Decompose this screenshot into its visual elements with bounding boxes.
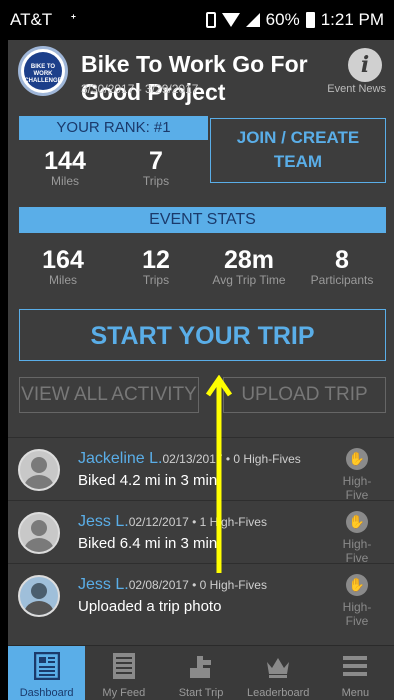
feed-icon bbox=[112, 653, 135, 679]
event-miles-stat: 164 Miles bbox=[42, 246, 84, 287]
participants-stat: 8 Participants bbox=[310, 246, 374, 287]
tab-menu[interactable]: Menu bbox=[317, 646, 394, 700]
feed-text: Uploaded a trip photo bbox=[78, 598, 222, 615]
avatar bbox=[18, 575, 60, 617]
feed-item[interactable]: Jackeline L.02/13/2017 • 0 High-Fives Bi… bbox=[8, 437, 394, 502]
feed-text: Biked 6.4 mi in 3 min bbox=[78, 535, 218, 552]
event-trips-stat: 12 Trips bbox=[142, 246, 170, 287]
feed-item[interactable]: Jess L.02/08/2017 • 0 High-Fives Uploade… bbox=[8, 563, 394, 628]
tab-start-trip[interactable]: Start Trip bbox=[162, 646, 239, 700]
wifi-icon bbox=[221, 13, 240, 27]
battery-icon bbox=[305, 12, 315, 28]
crown-icon bbox=[267, 658, 290, 678]
event-header: BIKE TO WORK CHALLENGE Bike To Work Go F… bbox=[8, 40, 394, 106]
menu-icon bbox=[343, 656, 368, 676]
app-screen: BIKE TO WORK CHALLENGE Bike To Work Go F… bbox=[8, 40, 394, 700]
activity-feed: Jackeline L.02/13/2017 • 0 High-Fives Bi… bbox=[8, 437, 394, 628]
feed-meta: 02/08/2017 • 0 High-Fives bbox=[128, 578, 267, 592]
status-bar: AT&T ᐩ 60% 1:21 PM bbox=[0, 0, 394, 40]
my-miles-stat: 144 Miles bbox=[44, 147, 86, 188]
my-trips-stat: 7 Trips bbox=[142, 147, 170, 188]
high-five-button[interactable]: ✋ High-Five bbox=[332, 574, 382, 628]
feed-meta: 02/12/2017 • 1 High-Fives bbox=[128, 515, 267, 529]
start-trip-button[interactable]: START YOUR TRIP bbox=[19, 309, 386, 361]
high-five-icon: ✋ bbox=[346, 511, 368, 533]
tab-my-feed[interactable]: My Feed bbox=[85, 646, 162, 700]
carrier-label: AT&T bbox=[10, 10, 53, 29]
feed-text: Biked 4.2 mi in 3 min bbox=[78, 472, 218, 489]
feed-user-name[interactable]: Jackeline L. bbox=[78, 450, 163, 467]
rank-banner: YOUR RANK: #1 bbox=[19, 116, 208, 140]
dashboard-icon bbox=[33, 651, 60, 681]
battery-percent: 60% bbox=[265, 10, 300, 29]
clock: 1:21 PM bbox=[320, 10, 384, 29]
tab-dashboard[interactable]: Dashboard bbox=[8, 646, 86, 700]
view-all-activity-button[interactable]: VIEW ALL ACTIVITY bbox=[19, 377, 199, 413]
tab-leaderboard[interactable]: Leaderboard bbox=[240, 646, 317, 700]
feed-item[interactable]: Jess L.02/12/2017 • 1 High-Fives Biked 6… bbox=[8, 500, 394, 565]
avatar bbox=[18, 449, 60, 491]
avatar bbox=[18, 512, 60, 554]
event-news-link[interactable]: Event News bbox=[327, 83, 386, 95]
event-dates: 3/30/2017 - 3/29/2017 bbox=[81, 82, 199, 96]
high-five-button[interactable]: ✋ High-Five bbox=[332, 511, 382, 565]
bottom-nav: Dashboard My Feed Start Trip Leaderboard… bbox=[8, 645, 394, 700]
feed-user-name[interactable]: Jess L. bbox=[78, 576, 129, 593]
cellular-icon bbox=[245, 13, 260, 27]
upload-trip-photo-button[interactable]: UPLOAD TRIP PHOTO bbox=[223, 377, 386, 413]
feed-user-name[interactable]: Jess L. bbox=[78, 513, 129, 530]
info-icon[interactable]: i bbox=[348, 48, 382, 82]
event-stats-banner: EVENT STATS bbox=[19, 207, 386, 233]
signal-icon: ᐩ bbox=[70, 12, 77, 29]
event-logo: BIKE TO WORK CHALLENGE bbox=[18, 46, 68, 96]
avg-trip-time-stat: 28m Avg Trip Time bbox=[212, 246, 286, 287]
start-trip-icon bbox=[190, 656, 211, 678]
vibrate-icon bbox=[205, 12, 216, 28]
high-five-icon: ✋ bbox=[346, 574, 368, 596]
join-create-team-button[interactable]: JOIN / CREATE TEAM bbox=[210, 118, 386, 183]
high-five-button[interactable]: ✋ High-Five bbox=[332, 448, 382, 502]
feed-meta: 02/13/2017 • 0 High-Fives bbox=[162, 452, 301, 466]
event-title: Bike To Work Go For Good Project bbox=[81, 51, 308, 105]
high-five-icon: ✋ bbox=[346, 448, 368, 470]
